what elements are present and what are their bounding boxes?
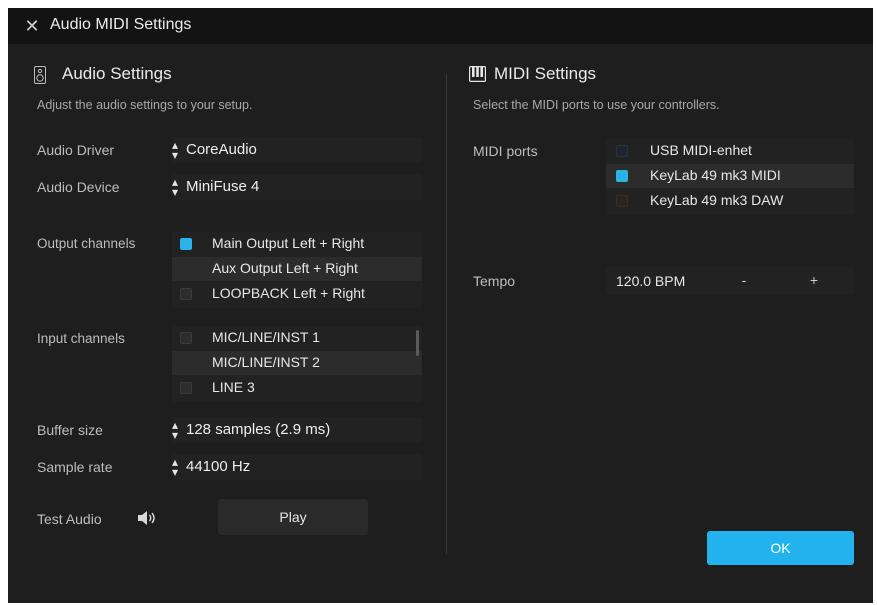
buffer-size-value: 128 samples (2.9 ms) [186, 421, 331, 438]
sample-rate-label: Sample rate [37, 459, 113, 475]
buffer-size-label: Buffer size [37, 422, 103, 438]
ok-button[interactable]: OK [707, 531, 854, 565]
updown-arrows-icon: ▴ ▾ [172, 455, 179, 479]
checkbox-unchecked[interactable] [180, 263, 192, 275]
tempo-label: Tempo [473, 273, 516, 289]
midi-settings-subtitle: Select the MIDI ports to use your contro… [473, 98, 720, 112]
audio-driver-select[interactable]: ▴ ▾ CoreAudio [172, 137, 422, 163]
window-title: Audio MIDI Settings [50, 16, 192, 33]
tempo-increment-button[interactable]: + [802, 272, 826, 288]
checkbox-unchecked[interactable] [616, 145, 628, 157]
output-channels-label: Output channels [37, 236, 136, 251]
checkbox-unchecked[interactable] [180, 382, 192, 394]
checkbox-unchecked[interactable] [180, 332, 192, 344]
audio-device-select[interactable]: ▴ ▾ MiniFuse 4 [172, 174, 422, 200]
updown-arrows-icon: ▴ ▾ [172, 418, 179, 442]
list-item-midi-port-1[interactable]: USB MIDI-enhet [606, 139, 854, 163]
section-divider [446, 74, 447, 554]
midi-ports-label: MIDI ports [473, 143, 538, 159]
test-audio-label: Test Audio [37, 511, 102, 527]
tempo-stepper[interactable]: 120.0 BPM - + [606, 267, 854, 295]
audio-driver-label: Audio Driver [37, 142, 115, 158]
scrollbar-thumb[interactable] [416, 330, 419, 356]
midi-ports-list: USB MIDI-enhet KeyLab 49 mk3 MIDI KeyLab… [606, 139, 854, 215]
audio-midi-settings-window: ✕ Audio MIDI Settings Audio Settings Adj… [8, 8, 873, 603]
tempo-value[interactable]: 120.0 BPM [616, 273, 685, 289]
updown-arrows-icon: ▴ ▾ [172, 175, 179, 199]
list-item-output-2[interactable]: Aux Output Left + Right [172, 257, 422, 281]
checkbox-checked[interactable] [616, 170, 628, 182]
checkbox-checked[interactable] [180, 238, 192, 250]
list-item-midi-port-2[interactable]: KeyLab 49 mk3 MIDI [606, 164, 854, 188]
input-channels-list: MIC/LINE/INST 1 MIC/LINE/INST 2 LINE 3 [172, 326, 422, 402]
title-bar: ✕ Audio MIDI Settings [8, 8, 873, 44]
midi-settings-title: MIDI Settings [494, 64, 597, 83]
sample-rate-value: 44100 Hz [186, 458, 251, 475]
buffer-size-select[interactable]: ▴ ▾ 128 samples (2.9 ms) [172, 417, 422, 443]
audio-settings-subtitle: Adjust the audio settings to your setup. [37, 98, 253, 112]
checkbox-unchecked[interactable] [180, 357, 192, 369]
play-button[interactable]: Play [218, 499, 368, 535]
input-channels-label: Input channels [37, 331, 125, 346]
piano-keys-icon [469, 66, 486, 82]
updown-arrows-icon: ▴ ▾ [172, 138, 179, 162]
checkbox-unchecked[interactable] [180, 288, 192, 300]
list-item-input-1[interactable]: MIC/LINE/INST 1 [172, 326, 422, 350]
list-item-input-2[interactable]: MIC/LINE/INST 2 [172, 351, 422, 375]
output-channels-list: Main Output Left + Right Aux Output Left… [172, 232, 422, 308]
audio-settings-title: Audio Settings [62, 64, 172, 83]
tempo-decrement-button[interactable]: - [732, 272, 756, 288]
audio-driver-value: CoreAudio [186, 141, 257, 158]
volume-icon [138, 511, 155, 525]
speaker-icon [34, 66, 46, 84]
list-item-output-3[interactable]: LOOPBACK Left + Right [172, 282, 422, 306]
close-icon[interactable]: ✕ [22, 16, 42, 36]
list-item-input-3[interactable]: LINE 3 [172, 376, 422, 400]
list-item-output-1[interactable]: Main Output Left + Right [172, 232, 422, 256]
sample-rate-select[interactable]: ▴ ▾ 44100 Hz [172, 454, 422, 480]
list-item-midi-port-3[interactable]: KeyLab 49 mk3 DAW [606, 189, 854, 213]
audio-device-label: Audio Device [37, 179, 120, 195]
checkbox-unchecked[interactable] [616, 195, 628, 207]
audio-device-value: MiniFuse 4 [186, 178, 260, 195]
